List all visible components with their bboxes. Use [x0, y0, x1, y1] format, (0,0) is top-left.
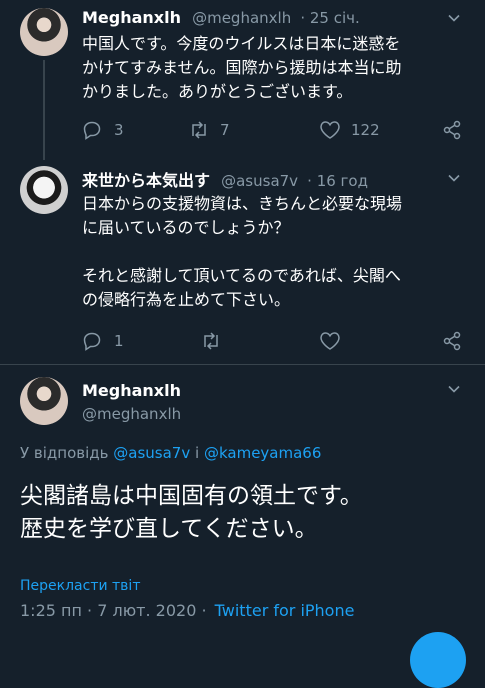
- reply-and: і: [195, 444, 200, 462]
- translate-link[interactable]: Перекласти твіт: [20, 578, 140, 594]
- author-name[interactable]: Meghanxlh: [82, 8, 181, 27]
- tweet-text: 日本からの支援物資は、きちんと必要な現場 に届いているのでしょうか？ それと感謝…: [82, 194, 403, 309]
- tweet-text: 尖閣諸島は中国固有の領土です。 歴史を学び直してください。: [20, 483, 363, 542]
- like-button[interactable]: 122: [319, 120, 380, 140]
- avatar[interactable]: [20, 8, 68, 56]
- divider: [0, 364, 485, 365]
- reply-count: 3: [114, 121, 124, 139]
- reply-count: 1: [114, 332, 124, 350]
- author-handle[interactable]: @asusa7v: [221, 172, 298, 190]
- avatar[interactable]: [20, 166, 68, 214]
- tweet-source[interactable]: Twitter for iPhone: [215, 601, 355, 620]
- chevron-down-icon[interactable]: [448, 12, 460, 24]
- reply-icon: [82, 120, 102, 140]
- reply-prefix: У відповідь: [20, 444, 109, 462]
- like-icon: [319, 331, 341, 351]
- author-name[interactable]: Meghanxlh: [82, 381, 181, 400]
- reply-mention-asusa7v[interactable]: @asusa7v: [113, 444, 190, 462]
- reply-button[interactable]: 3: [82, 120, 124, 140]
- compose-button[interactable]: [410, 632, 466, 688]
- tweet-meta: 1:25 пп · 7 лют. 2020 · Twitter for iPho…: [20, 601, 354, 620]
- reply-mention-kameyama66[interactable]: @kameyama66: [204, 444, 321, 462]
- author-name[interactable]: 来世から本気出す: [82, 171, 210, 190]
- avatar[interactable]: [20, 377, 68, 425]
- tweet-header: Meghanxlh @meghanxlh · 25 січ.: [82, 8, 360, 27]
- reply-to-line: У відповідь @asusa7v і @kameyama66: [20, 444, 321, 462]
- tweet-actions: 3 7 122: [82, 120, 477, 140]
- tweet-timestamp[interactable]: 1:25 пп · 7 лют. 2020 ·: [20, 601, 207, 620]
- share-icon: [442, 120, 462, 140]
- thread-line: [43, 60, 45, 160]
- like-button[interactable]: [319, 331, 341, 351]
- share-button[interactable]: [442, 120, 462, 140]
- tweet-actions: 1: [82, 331, 477, 351]
- retweet-button[interactable]: 7: [188, 120, 230, 140]
- retweet-icon: [188, 120, 210, 140]
- retweet-count: 7: [220, 121, 230, 139]
- tweet-header: 来世から本気出す @asusa7v · 16 год: [82, 167, 368, 191]
- tweet-text: 中国人です。今度のウイルスは日本に迷惑を かけてすみません。国際から援助は本当に…: [82, 34, 402, 101]
- like-count: 122: [351, 121, 380, 139]
- share-icon: [442, 331, 462, 351]
- share-button[interactable]: [442, 331, 462, 351]
- tweet-time[interactable]: · 25 січ.: [300, 9, 359, 27]
- reply-button[interactable]: 1: [82, 331, 124, 351]
- chevron-down-icon[interactable]: [448, 172, 460, 184]
- tweet-time[interactable]: · 16 год: [307, 172, 368, 190]
- retweet-button[interactable]: [200, 331, 222, 351]
- retweet-icon: [200, 331, 222, 351]
- chevron-down-icon[interactable]: [448, 383, 460, 395]
- reply-icon: [82, 331, 102, 351]
- like-icon: [319, 120, 341, 140]
- author-handle[interactable]: @meghanxlh: [192, 9, 291, 27]
- author-handle[interactable]: @meghanxlh: [82, 405, 181, 423]
